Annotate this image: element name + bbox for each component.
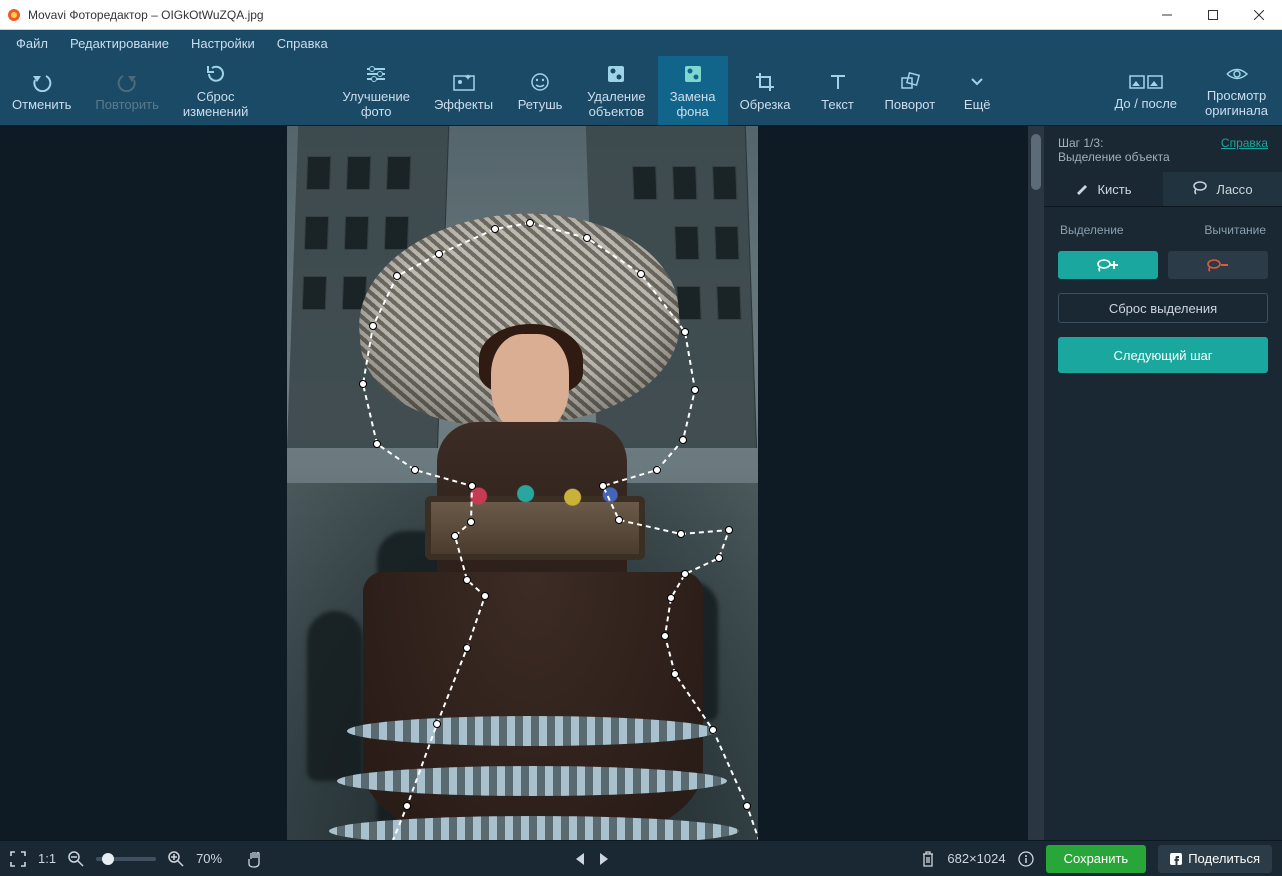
- text-icon: [829, 69, 847, 95]
- menubar: Файл Редактирование Настройки Справка: [0, 30, 1282, 56]
- zoom-slider[interactable]: [96, 857, 156, 861]
- menu-file[interactable]: Файл: [6, 34, 58, 53]
- rotate-button[interactable]: Поворот: [873, 56, 948, 125]
- tab-lasso[interactable]: Лассо: [1163, 172, 1282, 206]
- chevron-down-icon: [970, 69, 984, 95]
- step-indicator: Шаг 1/3:: [1058, 136, 1170, 150]
- change-background-button[interactable]: Заменафона: [658, 56, 728, 125]
- zoom-value: 70%: [196, 851, 222, 866]
- undo-button[interactable]: Отменить: [0, 56, 83, 125]
- lasso-icon: [1192, 181, 1208, 198]
- before-after-icon: [1129, 71, 1163, 93]
- zoom-in-button[interactable]: [168, 851, 184, 867]
- fullscreen-button[interactable]: [10, 851, 26, 867]
- zoom-out-button[interactable]: [68, 851, 84, 867]
- canvas[interactable]: [0, 126, 1044, 840]
- menu-settings[interactable]: Настройки: [181, 34, 265, 53]
- before-after-button[interactable]: До / после: [1100, 56, 1191, 125]
- next-button[interactable]: [598, 852, 610, 866]
- step-title: Выделение объекта: [1058, 150, 1170, 164]
- brush-icon: [1075, 181, 1089, 198]
- lasso-selection: [287, 126, 758, 840]
- redo-icon: [116, 69, 138, 95]
- photo: [287, 126, 758, 840]
- facebook-icon: [1170, 853, 1182, 865]
- app-logo-icon: [0, 7, 28, 23]
- enhance-icon: [364, 61, 388, 87]
- maximize-button[interactable]: [1190, 0, 1236, 29]
- retouch-button[interactable]: Ретушь: [505, 56, 575, 125]
- delete-button[interactable]: [921, 851, 935, 867]
- vertical-scrollbar[interactable]: [1028, 126, 1044, 840]
- toolbar: Отменить Повторить Сбросизменений Улучше…: [0, 56, 1282, 126]
- prev-button[interactable]: [574, 852, 586, 866]
- hand-tool-button[interactable]: [246, 850, 262, 868]
- eye-icon: [1226, 63, 1248, 85]
- reset-icon: [205, 61, 227, 87]
- retouch-icon: [529, 69, 551, 95]
- remove-objects-button[interactable]: Удалениеобъектов: [575, 56, 658, 125]
- view-original-button[interactable]: Просмотроригинала: [1191, 56, 1282, 125]
- window-title: Movavi Фоторедактор – OIGkOtWuZQA.jpg: [28, 8, 264, 22]
- tab-brush[interactable]: Кисть: [1044, 172, 1163, 206]
- statusbar: 1:1 70% 682×1024 Сохранить Поделиться: [0, 840, 1282, 876]
- crop-icon: [755, 69, 775, 95]
- info-button[interactable]: [1018, 851, 1034, 867]
- text-button[interactable]: Текст: [803, 56, 873, 125]
- mode-subtract-label: Вычитание: [1204, 223, 1266, 237]
- main-area: Шаг 1/3: Выделение объекта Справка Кисть…: [0, 126, 1282, 840]
- save-button[interactable]: Сохранить: [1046, 845, 1147, 873]
- rotate-icon: [899, 69, 921, 95]
- redo-button[interactable]: Повторить: [83, 56, 170, 125]
- titlebar: Movavi Фоторедактор – OIGkOtWuZQA.jpg: [0, 0, 1282, 30]
- change-bg-icon: [683, 61, 703, 87]
- crop-button[interactable]: Обрезка: [728, 56, 803, 125]
- remove-objects-icon: [606, 61, 626, 87]
- mode-select-label: Выделение: [1060, 223, 1124, 237]
- selection-subtract-button[interactable]: [1168, 251, 1268, 279]
- selection-add-button[interactable]: [1058, 251, 1158, 279]
- side-panel: Шаг 1/3: Выделение объекта Справка Кисть…: [1044, 126, 1282, 840]
- effects-button[interactable]: Эффекты: [422, 56, 505, 125]
- reset-selection-button[interactable]: Сброс выделения: [1058, 293, 1268, 323]
- more-button[interactable]: Ещё: [947, 56, 1007, 125]
- close-button[interactable]: [1236, 0, 1282, 29]
- next-step-button[interactable]: Следующий шаг: [1058, 337, 1268, 373]
- minimize-button[interactable]: [1144, 0, 1190, 29]
- image-dimensions: 682×1024: [947, 851, 1005, 866]
- undo-icon: [31, 69, 53, 95]
- enhance-button[interactable]: Улучшениефото: [330, 56, 422, 125]
- menu-help[interactable]: Справка: [267, 34, 338, 53]
- lasso-minus-icon: [1206, 258, 1230, 272]
- effects-icon: [453, 69, 475, 95]
- lasso-plus-icon: [1096, 258, 1120, 272]
- menu-edit[interactable]: Редактирование: [60, 34, 179, 53]
- panel-help-link[interactable]: Справка: [1221, 136, 1268, 150]
- reset-changes-button[interactable]: Сбросизменений: [171, 56, 261, 125]
- fit-label[interactable]: 1:1: [38, 851, 56, 866]
- share-button[interactable]: Поделиться: [1158, 845, 1272, 873]
